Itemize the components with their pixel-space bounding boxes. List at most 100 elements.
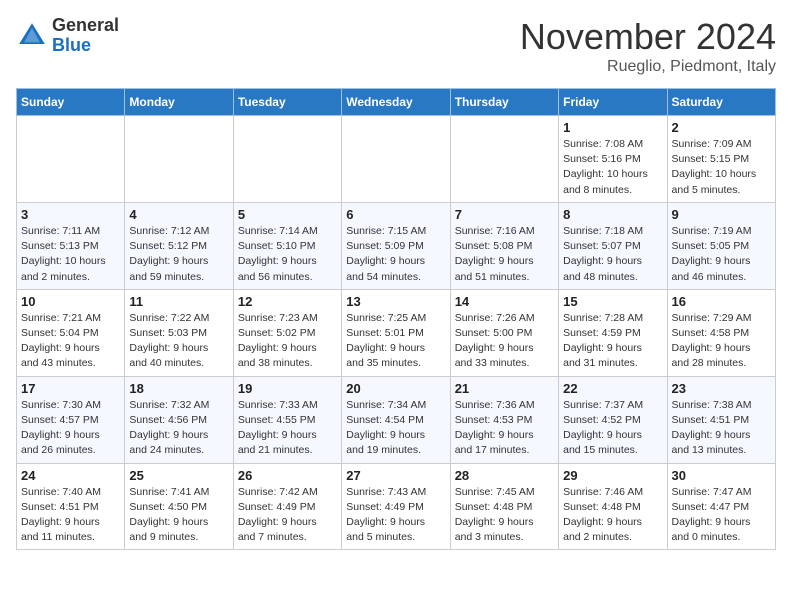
day-number: 6	[346, 207, 445, 222]
day-number: 25	[129, 468, 228, 483]
day-info: Sunrise: 7:45 AM Sunset: 4:48 PM Dayligh…	[455, 485, 554, 546]
day-info: Sunrise: 7:19 AM Sunset: 5:05 PM Dayligh…	[672, 224, 771, 285]
day-number: 23	[672, 381, 771, 396]
calendar-cell: 3Sunrise: 7:11 AM Sunset: 5:13 PM Daylig…	[17, 202, 125, 289]
calendar-cell	[17, 116, 125, 203]
day-number: 24	[21, 468, 120, 483]
calendar-cell: 28 Sunrise: 7:45 AM Sunset: 4:48 PM Dayli…	[450, 463, 558, 550]
calendar-cell: 6 Sunrise: 7:15 AM Sunset: 5:09 PM Daylig…	[342, 202, 450, 289]
calendar-cell: 25 Sunrise: 7:41 AM Sunset: 4:50 PM Dayli…	[125, 463, 233, 550]
day-info: Sunrise: 7:37 AM Sunset: 4:52 PM Dayligh…	[563, 398, 662, 459]
calendar-cell: 14Sunrise: 7:26 AM Sunset: 5:00 PM Dayli…	[450, 289, 558, 376]
calendar-cell: 13 Sunrise: 7:25 AM Sunset: 5:01 PM Dayli…	[342, 289, 450, 376]
day-info: Sunrise: 7:22 AM Sunset: 5:03 PM Dayligh…	[129, 311, 228, 372]
day-number: 10	[21, 294, 120, 309]
calendar-cell: 27 Sunrise: 7:43 AM Sunset: 4:49 PM Dayli…	[342, 463, 450, 550]
calendar-cell: 24 Sunrise: 7:40 AM Sunset: 4:51 PM Dayli…	[17, 463, 125, 550]
day-number: 27	[346, 468, 445, 483]
calendar-cell	[342, 116, 450, 203]
calendar-cell: 7 Sunrise: 7:16 AM Sunset: 5:08 PM Daylig…	[450, 202, 558, 289]
day-number: 17	[21, 381, 120, 396]
day-info: Sunrise: 7:41 AM Sunset: 4:50 PM Dayligh…	[129, 485, 228, 546]
calendar-cell: 17 Sunrise: 7:30 AM Sunset: 4:57 PM Dayli…	[17, 376, 125, 463]
day-info: Sunrise: 7:43 AM Sunset: 4:49 PM Dayligh…	[346, 485, 445, 546]
calendar-cell	[125, 116, 233, 203]
calendar-cell: 9 Sunrise: 7:19 AM Sunset: 5:05 PM Daylig…	[667, 202, 775, 289]
day-number: 29	[563, 468, 662, 483]
calendar-cell: 12 Sunrise: 7:23 AM Sunset: 5:02 PM Dayli…	[233, 289, 341, 376]
calendar-cell: 21Sunrise: 7:36 AM Sunset: 4:53 PM Dayli…	[450, 376, 558, 463]
day-info: Sunrise: 7:21 AM Sunset: 5:04 PM Dayligh…	[21, 311, 120, 372]
day-info: Sunrise: 7:32 AM Sunset: 4:56 PM Dayligh…	[129, 398, 228, 459]
calendar-week-row: 3Sunrise: 7:11 AM Sunset: 5:13 PM Daylig…	[17, 202, 776, 289]
weekday-header-sunday: Sunday	[17, 89, 125, 116]
day-info: Sunrise: 7:46 AM Sunset: 4:48 PM Dayligh…	[563, 485, 662, 546]
day-number: 22	[563, 381, 662, 396]
location-subtitle: Rueglio, Piedmont, Italy	[520, 58, 776, 76]
day-number: 1	[563, 120, 662, 135]
calendar-week-row: 10 Sunrise: 7:21 AM Sunset: 5:04 PM Dayli…	[17, 289, 776, 376]
day-number: 4	[129, 207, 228, 222]
calendar-cell: 26 Sunrise: 7:42 AM Sunset: 4:49 PM Dayli…	[233, 463, 341, 550]
day-info: Sunrise: 7:25 AM Sunset: 5:01 PM Dayligh…	[346, 311, 445, 372]
day-info: Sunrise: 7:18 AM Sunset: 5:07 PM Dayligh…	[563, 224, 662, 285]
calendar-cell: 22 Sunrise: 7:37 AM Sunset: 4:52 PM Dayli…	[559, 376, 667, 463]
day-number: 11	[129, 294, 228, 309]
weekday-header-saturday: Saturday	[667, 89, 775, 116]
weekday-header-tuesday: Tuesday	[233, 89, 341, 116]
calendar-cell	[233, 116, 341, 203]
calendar-cell: 5Sunrise: 7:14 AM Sunset: 5:10 PM Daylig…	[233, 202, 341, 289]
calendar-week-row: 24 Sunrise: 7:40 AM Sunset: 4:51 PM Dayli…	[17, 463, 776, 550]
calendar-cell: 20 Sunrise: 7:34 AM Sunset: 4:54 PM Dayli…	[342, 376, 450, 463]
title-block: November 2024 Rueglio, Piedmont, Italy	[520, 16, 776, 76]
day-number: 12	[238, 294, 337, 309]
day-info: Sunrise: 7:38 AM Sunset: 4:51 PM Dayligh…	[672, 398, 771, 459]
calendar-header-row: SundayMondayTuesdayWednesdayThursdayFrid…	[17, 89, 776, 116]
day-info: Sunrise: 7:16 AM Sunset: 5:08 PM Dayligh…	[455, 224, 554, 285]
day-number: 13	[346, 294, 445, 309]
day-info: Sunrise: 7:11 AM Sunset: 5:13 PM Dayligh…	[21, 224, 120, 285]
calendar-cell: 19 Sunrise: 7:33 AM Sunset: 4:55 PM Dayli…	[233, 376, 341, 463]
weekday-header-thursday: Thursday	[450, 89, 558, 116]
day-number: 28	[455, 468, 554, 483]
day-info: Sunrise: 7:33 AM Sunset: 4:55 PM Dayligh…	[238, 398, 337, 459]
calendar-body: 1Sunrise: 7:08 AM Sunset: 5:16 PM Daylig…	[17, 116, 776, 550]
day-number: 9	[672, 207, 771, 222]
day-number: 21	[455, 381, 554, 396]
calendar-week-row: 17 Sunrise: 7:30 AM Sunset: 4:57 PM Dayli…	[17, 376, 776, 463]
calendar-cell: 1Sunrise: 7:08 AM Sunset: 5:16 PM Daylig…	[559, 116, 667, 203]
day-number: 15	[563, 294, 662, 309]
calendar-table: SundayMondayTuesdayWednesdayThursdayFrid…	[16, 88, 776, 550]
day-number: 8	[563, 207, 662, 222]
calendar-cell: 10 Sunrise: 7:21 AM Sunset: 5:04 PM Dayli…	[17, 289, 125, 376]
day-info: Sunrise: 7:47 AM Sunset: 4:47 PM Dayligh…	[672, 485, 771, 546]
day-info: Sunrise: 7:23 AM Sunset: 5:02 PM Dayligh…	[238, 311, 337, 372]
logo: General Blue	[16, 16, 119, 56]
calendar-cell: 4Sunrise: 7:12 AM Sunset: 5:12 PM Daylig…	[125, 202, 233, 289]
calendar-cell: 29 Sunrise: 7:46 AM Sunset: 4:48 PM Dayli…	[559, 463, 667, 550]
calendar-cell: 30Sunrise: 7:47 AM Sunset: 4:47 PM Dayli…	[667, 463, 775, 550]
calendar-cell: 2 Sunrise: 7:09 AM Sunset: 5:15 PM Daylig…	[667, 116, 775, 203]
day-info: Sunrise: 7:34 AM Sunset: 4:54 PM Dayligh…	[346, 398, 445, 459]
calendar-cell: 15Sunrise: 7:28 AM Sunset: 4:59 PM Dayli…	[559, 289, 667, 376]
day-info: Sunrise: 7:42 AM Sunset: 4:49 PM Dayligh…	[238, 485, 337, 546]
logo-icon	[16, 20, 48, 52]
day-number: 26	[238, 468, 337, 483]
day-number: 20	[346, 381, 445, 396]
day-info: Sunrise: 7:30 AM Sunset: 4:57 PM Dayligh…	[21, 398, 120, 459]
day-number: 7	[455, 207, 554, 222]
day-number: 2	[672, 120, 771, 135]
calendar-cell: 18Sunrise: 7:32 AM Sunset: 4:56 PM Dayli…	[125, 376, 233, 463]
day-number: 16	[672, 294, 771, 309]
day-info: Sunrise: 7:15 AM Sunset: 5:09 PM Dayligh…	[346, 224, 445, 285]
day-info: Sunrise: 7:09 AM Sunset: 5:15 PM Dayligh…	[672, 137, 771, 198]
calendar-week-row: 1Sunrise: 7:08 AM Sunset: 5:16 PM Daylig…	[17, 116, 776, 203]
day-info: Sunrise: 7:40 AM Sunset: 4:51 PM Dayligh…	[21, 485, 120, 546]
day-info: Sunrise: 7:29 AM Sunset: 4:58 PM Dayligh…	[672, 311, 771, 372]
day-number: 19	[238, 381, 337, 396]
day-number: 5	[238, 207, 337, 222]
calendar-cell: 23 Sunrise: 7:38 AM Sunset: 4:51 PM Dayli…	[667, 376, 775, 463]
page-header: General Blue November 2024 Rueglio, Pied…	[16, 16, 776, 76]
calendar-cell: 11 Sunrise: 7:22 AM Sunset: 5:03 PM Dayli…	[125, 289, 233, 376]
weekday-header-wednesday: Wednesday	[342, 89, 450, 116]
